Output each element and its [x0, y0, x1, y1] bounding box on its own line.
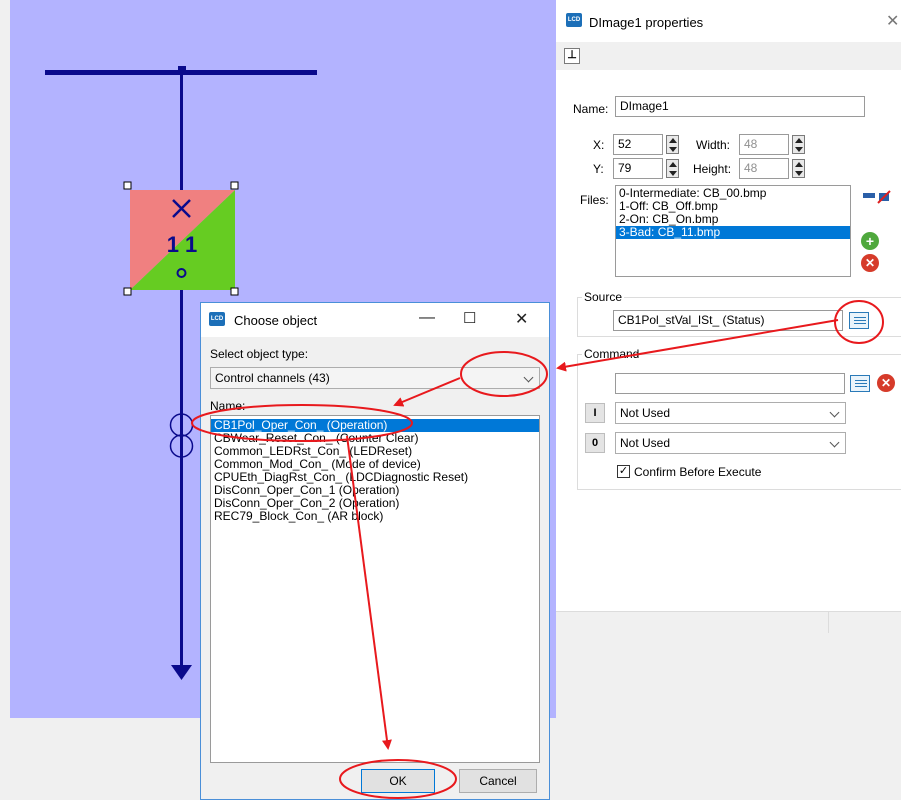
breaker-label: 1 1 [167, 232, 198, 257]
properties-statusbar [556, 611, 901, 633]
chevron-down-icon [829, 407, 840, 418]
files-label: Files: [580, 193, 609, 207]
confirm-label: Confirm Before Execute [634, 465, 762, 479]
browse-source-icon[interactable] [849, 312, 869, 329]
height-label: Height: [693, 162, 732, 176]
source-field[interactable]: CB1Pol_stVal_ISt_ (Status) [613, 310, 843, 331]
edit-file-icon[interactable] [862, 192, 876, 198]
name-field[interactable]: DImage1 [615, 96, 865, 117]
choose-object-dialog: LCD Choose object — ☐ ✕ Select object ty… [200, 302, 550, 800]
input-indicator: I [585, 403, 605, 423]
x-label: X: [593, 138, 605, 152]
close-icon[interactable]: ✕ [886, 11, 899, 31]
remove-file-icon[interactable] [877, 190, 891, 204]
feeder-arrow [171, 665, 192, 680]
browse-command-icon[interactable] [850, 375, 870, 392]
height-field: 48 [739, 158, 789, 179]
pin-icon[interactable]: ⊥ [564, 48, 580, 64]
chevron-down-icon [829, 437, 840, 448]
width-field: 48 [739, 134, 789, 155]
y-label: Y: [593, 162, 604, 176]
dialog-name-label: Name: [210, 399, 246, 413]
object-type-select[interactable]: Control channels (43) [210, 367, 540, 389]
close-icon[interactable]: ✕ [515, 309, 528, 329]
delete-file-icon[interactable]: ✕ [861, 254, 879, 272]
width-spinner [792, 135, 805, 154]
file-list-item[interactable]: 3-Bad: CB_11.bmp [616, 226, 850, 239]
properties-title: DImage1 properties [589, 15, 704, 30]
properties-titlebar: LCD DImage1 properties ✕ [556, 0, 901, 42]
files-list[interactable]: 0-Intermediate: CB_00.bmp 1-Off: CB_Off.b… [615, 185, 851, 277]
command-field[interactable] [615, 373, 845, 394]
object-type-value: Control channels (43) [215, 371, 330, 385]
input-select-value: Not Used [620, 406, 671, 420]
properties-toolbar: ⊥ [556, 42, 901, 70]
x-spinner[interactable] [666, 135, 679, 154]
y-field[interactable]: 79 [613, 158, 663, 179]
object-list-item[interactable]: REC79_Block_Con_ (AR block) [211, 510, 539, 523]
feeder-line-top [180, 72, 183, 190]
y-spinner[interactable] [666, 159, 679, 178]
confirm-checkbox[interactable]: ✓ [617, 465, 630, 478]
clear-command-icon[interactable]: ✕ [877, 374, 895, 392]
dialog-title: Choose object [234, 313, 318, 328]
select-type-label: Select object type: [210, 347, 309, 361]
objects-list[interactable]: CB1Pol_Oper_Con_ (Operation) CBWear_Reset… [210, 415, 540, 763]
output-select[interactable]: Not Used [615, 432, 846, 454]
x-field[interactable]: 52 [613, 134, 663, 155]
ok-button[interactable]: OK [361, 769, 435, 793]
name-label: Name: [573, 102, 609, 116]
breaker-element[interactable]: 1 1 [130, 190, 235, 290]
feeder-line-bottom [180, 288, 183, 665]
cancel-button[interactable]: Cancel [459, 769, 537, 793]
output-select-value: Not Used [620, 436, 671, 450]
properties-panel: LCD DImage1 properties ✕ ⊥ Name: DImage1… [556, 0, 901, 800]
add-file-icon[interactable]: + [861, 232, 879, 250]
dialog-titlebar: LCD Choose object — ☐ ✕ [201, 303, 549, 337]
app-icon: LCD [566, 13, 582, 27]
maximize-icon[interactable]: ☐ [463, 309, 476, 327]
height-spinner [792, 159, 805, 178]
width-label: Width: [696, 138, 731, 152]
dialog-app-icon: LCD [209, 312, 225, 326]
minimize-icon[interactable]: — [419, 309, 435, 327]
output-indicator: 0 [585, 433, 605, 453]
input-select[interactable]: Not Used [615, 402, 846, 424]
chevron-down-icon [523, 372, 534, 383]
command-label: Command [582, 347, 642, 361]
source-label: Source [582, 290, 625, 304]
